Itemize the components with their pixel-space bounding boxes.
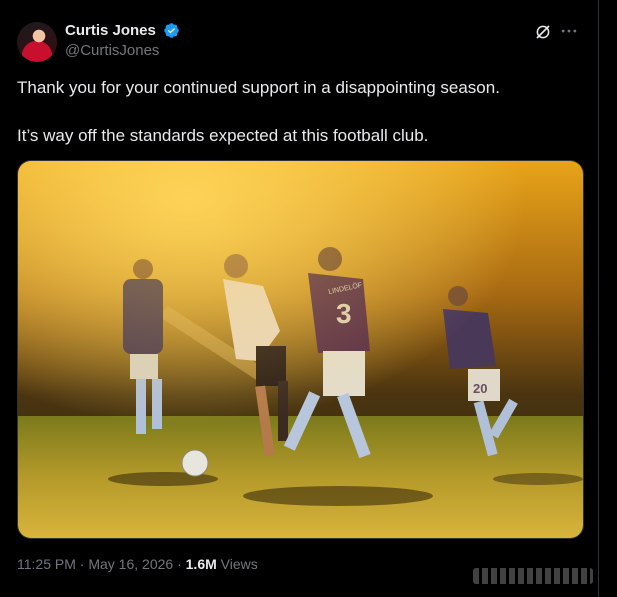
tweet-time[interactable]: 11:25 PM <box>17 556 76 572</box>
football-match-photo: 7 3 LINDELÖF 20 <box>18 161 583 538</box>
column-divider <box>598 0 599 597</box>
tweet-header: Curtis Jones @CurtisJones <box>17 19 587 63</box>
author-names: Curtis Jones @CurtisJones <box>65 22 180 59</box>
tweet-paragraph: Thank you for your continued support in … <box>17 78 500 97</box>
verified-badge-icon <box>164 23 180 39</box>
avatar[interactable] <box>17 22 57 62</box>
display-name[interactable]: Curtis Jones <box>65 22 156 39</box>
grok-icon[interactable] <box>534 23 552 41</box>
tweet-photo[interactable]: 7 3 LINDELÖF 20 <box>17 160 584 539</box>
more-horizontal-icon[interactable] <box>559 21 579 41</box>
views-label: Views <box>220 556 258 572</box>
tweet-date[interactable]: May 16, 2026 <box>88 556 173 572</box>
handle[interactable]: @CurtisJones <box>65 42 180 59</box>
views-count[interactable]: 1.6M <box>186 556 217 572</box>
meta-separator: · <box>177 556 182 572</box>
watermark <box>473 568 593 584</box>
meta-separator: · <box>79 556 85 572</box>
tweet-text: Thank you for your continued support in … <box>17 76 587 148</box>
tweet-paragraph: It’s way off the standards expected at t… <box>17 126 429 145</box>
tweet-meta: 11:25 PM · May 16, 2026 · 1.6M Views <box>17 556 258 572</box>
